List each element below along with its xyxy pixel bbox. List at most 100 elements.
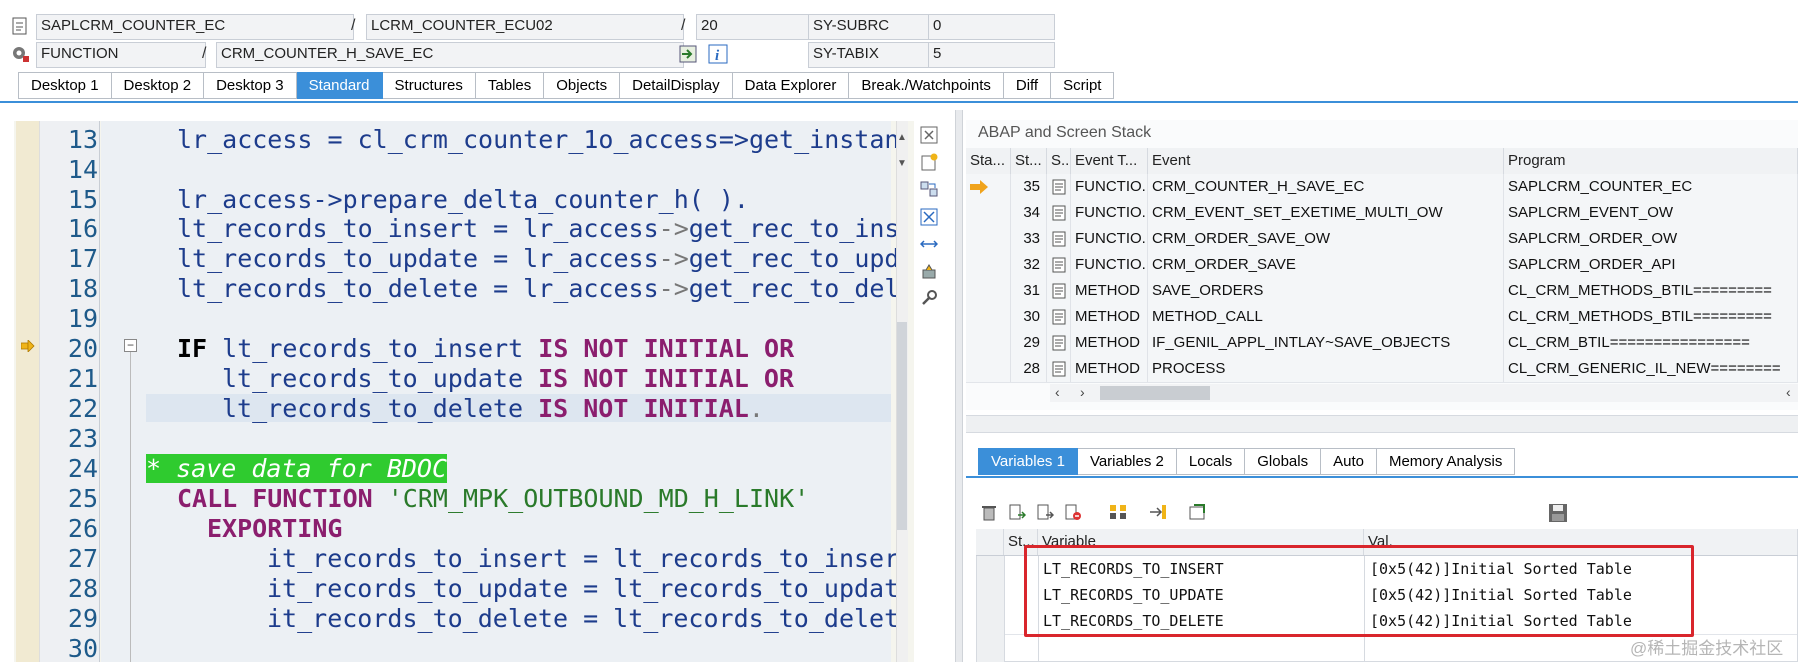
stack-current-cell: [966, 330, 1011, 356]
scroll-right-icon[interactable]: ›: [1080, 384, 1085, 400]
stack-row[interactable]: 33 FUNCTIO... CRM_ORDER_SAVE_OW SAPLCRM_ORD…: [966, 226, 1798, 253]
info-icon[interactable]: i: [708, 44, 728, 64]
tab-detail-display[interactable]: DetailDisplay: [620, 72, 733, 99]
stack-event-type-cell: FUNCTIO...: [1071, 200, 1148, 226]
sysvar-value-field[interactable]: 0: [928, 14, 1055, 40]
tab-tables[interactable]: Tables: [475, 72, 545, 99]
sysvar-value-field[interactable]: 5: [928, 42, 1055, 68]
stack-event-cell: SAVE_ORDERS: [1148, 278, 1504, 304]
stack-row[interactable]: 28 METHOD PROCESS CL_CRM_GENERIC_IL_NEW====…: [966, 356, 1798, 383]
line-number: 19: [67, 304, 98, 333]
tab-breakpoints[interactable]: Break./Watchpoints: [849, 72, 1004, 99]
stack-program-cell: SAPLCRM_ORDER_OW: [1504, 226, 1798, 252]
tab-memory-analysis[interactable]: Memory Analysis: [1376, 448, 1516, 475]
tab-desktop-3[interactable]: Desktop 3: [204, 72, 297, 99]
tools-icon[interactable]: [920, 262, 938, 280]
maximize-icon[interactable]: [920, 208, 938, 226]
stack-row[interactable]: 34 FUNCTIO... CRM_EVENT_SET_EXETIME_MULTI_…: [966, 200, 1798, 227]
line-number: 21: [67, 364, 98, 393]
tab-desktop-1[interactable]: Desktop 1: [18, 72, 112, 99]
tab-auto[interactable]: Auto: [1321, 448, 1377, 475]
tab-diff[interactable]: Diff: [1003, 72, 1052, 99]
scroll-left-icon[interactable]: ‹: [1786, 384, 1791, 400]
line-number: 29: [67, 604, 98, 633]
scroll-down-icon[interactable]: ▼: [896, 159, 908, 169]
code-text: get_rec_to_del: [688, 274, 900, 303]
remove-row-icon[interactable]: [1064, 503, 1082, 521]
separator: /: [202, 45, 207, 62]
delete-icon[interactable]: [980, 503, 998, 521]
close-panel-icon[interactable]: [920, 126, 938, 144]
stack-current-cell: [966, 174, 1011, 200]
program-icon: [10, 16, 30, 36]
export-icon[interactable]: [1188, 503, 1208, 521]
line-number: 18: [67, 274, 98, 303]
stack-row[interactable]: 29 METHOD IF_GENIL_APPL_INTLAY~SAVE_OBJECT…: [966, 330, 1798, 357]
stack-event-type-cell: FUNCTIO...: [1071, 174, 1148, 200]
sysvar-name-field[interactable]: SY-SUBRC: [808, 14, 936, 40]
column-header[interactable]: [976, 529, 1004, 555]
column-header[interactable]: Program: [1504, 148, 1798, 174]
stack-row[interactable]: 32 FUNCTIO... CRM_ORDER_SAVE SAPLCRM_ORDER_…: [966, 252, 1798, 279]
include-field[interactable]: LCRM_COUNTER_ECU02: [366, 14, 684, 40]
line-number: 25: [67, 484, 98, 513]
column-header[interactable]: Event T...: [1071, 148, 1148, 174]
line-number: 23: [67, 424, 98, 453]
code-line: EXPORTING: [207, 514, 342, 544]
stack-scrollbar-thumb[interactable]: [1100, 386, 1210, 400]
swap-icon[interactable]: [920, 180, 938, 198]
scroll-left-icon[interactable]: ‹: [1055, 384, 1060, 400]
stack-current-cell: [966, 356, 1011, 382]
stack-row[interactable]: 30 METHOD METHOD_CALL CL_CRM_METHODS_BTIL==…: [966, 304, 1798, 331]
panel-splitter[interactable]: [955, 110, 963, 662]
tab-locals[interactable]: Locals: [1176, 448, 1246, 475]
stack-level-cell: 31: [1011, 278, 1047, 304]
column-header[interactable]: S..: [1047, 148, 1071, 174]
tab-variables-2[interactable]: Variables 2: [1077, 448, 1177, 475]
column-header[interactable]: Sta...: [966, 148, 1011, 174]
save-icon[interactable]: [1548, 503, 1568, 523]
new-object-icon[interactable]: [920, 153, 938, 171]
copy-row-icon[interactable]: [1036, 503, 1055, 521]
fold-marker[interactable]: −: [124, 339, 137, 352]
code-line: lt_records_to_update = lr_access->get_re…: [177, 244, 899, 274]
transfer-icon[interactable]: [1108, 503, 1130, 521]
tab-globals[interactable]: Globals: [1245, 448, 1322, 475]
tab-objects[interactable]: Objects: [544, 72, 621, 99]
stack-current-cell: [966, 226, 1011, 252]
breakpoint-gutter[interactable]: [16, 121, 40, 662]
stack-row[interactable]: 31 METHOD SAVE_ORDERS CL_CRM_METHODS_BTIL==…: [966, 278, 1798, 305]
tools-icon[interactable]: [920, 289, 938, 307]
stack-level-cell: 28: [1011, 356, 1047, 382]
horizontal-split-icon[interactable]: [919, 235, 939, 253]
column-header[interactable]: St...: [1011, 148, 1047, 174]
tab-script[interactable]: Script: [1051, 72, 1115, 99]
type-field[interactable]: FUNCTION: [36, 42, 206, 68]
fold-line: [130, 352, 131, 662]
column-header[interactable]: Event: [1148, 148, 1504, 174]
tab-desktop-2[interactable]: Desktop 2: [111, 72, 205, 99]
line-number: 16: [67, 214, 98, 243]
stack-program-cell: CL_CRM_GENERIC_IL_NEW========: [1504, 356, 1798, 382]
stack-row[interactable]: 35 FUNCTIO... CRM_COUNTER_H_SAVE_EC SAPLCRM…: [966, 174, 1798, 201]
stack-current-cell: [966, 304, 1011, 330]
function-name-field[interactable]: CRM_COUNTER_H_SAVE_EC: [216, 42, 684, 68]
tab-variables-1[interactable]: Variables 1: [978, 448, 1078, 475]
tab-standard[interactable]: Standard: [296, 72, 383, 99]
line-number: 20: [67, 334, 98, 363]
line-field[interactable]: 20: [696, 14, 814, 40]
import-icon[interactable]: [1148, 503, 1168, 521]
program-field[interactable]: SAPLCRM_COUNTER_EC: [36, 14, 354, 40]
code-keyword: CALL FUNCTION: [177, 484, 373, 513]
stack-level-cell: 35: [1011, 174, 1047, 200]
insert-row-icon[interactable]: [1008, 503, 1027, 521]
tab-data-explorer[interactable]: Data Explorer: [732, 72, 850, 99]
execute-jump-icon[interactable]: [678, 44, 698, 64]
line-number: 17: [67, 244, 98, 273]
editor-scrollbar-thumb[interactable]: [897, 322, 907, 530]
tab-underline: [966, 476, 1798, 478]
tab-structures[interactable]: Structures: [382, 72, 476, 99]
sysvar-name-field[interactable]: SY-TABIX: [808, 42, 936, 68]
scroll-up-icon[interactable]: ▲: [896, 133, 908, 143]
code-text: get_rec_to_upd: [688, 244, 900, 273]
